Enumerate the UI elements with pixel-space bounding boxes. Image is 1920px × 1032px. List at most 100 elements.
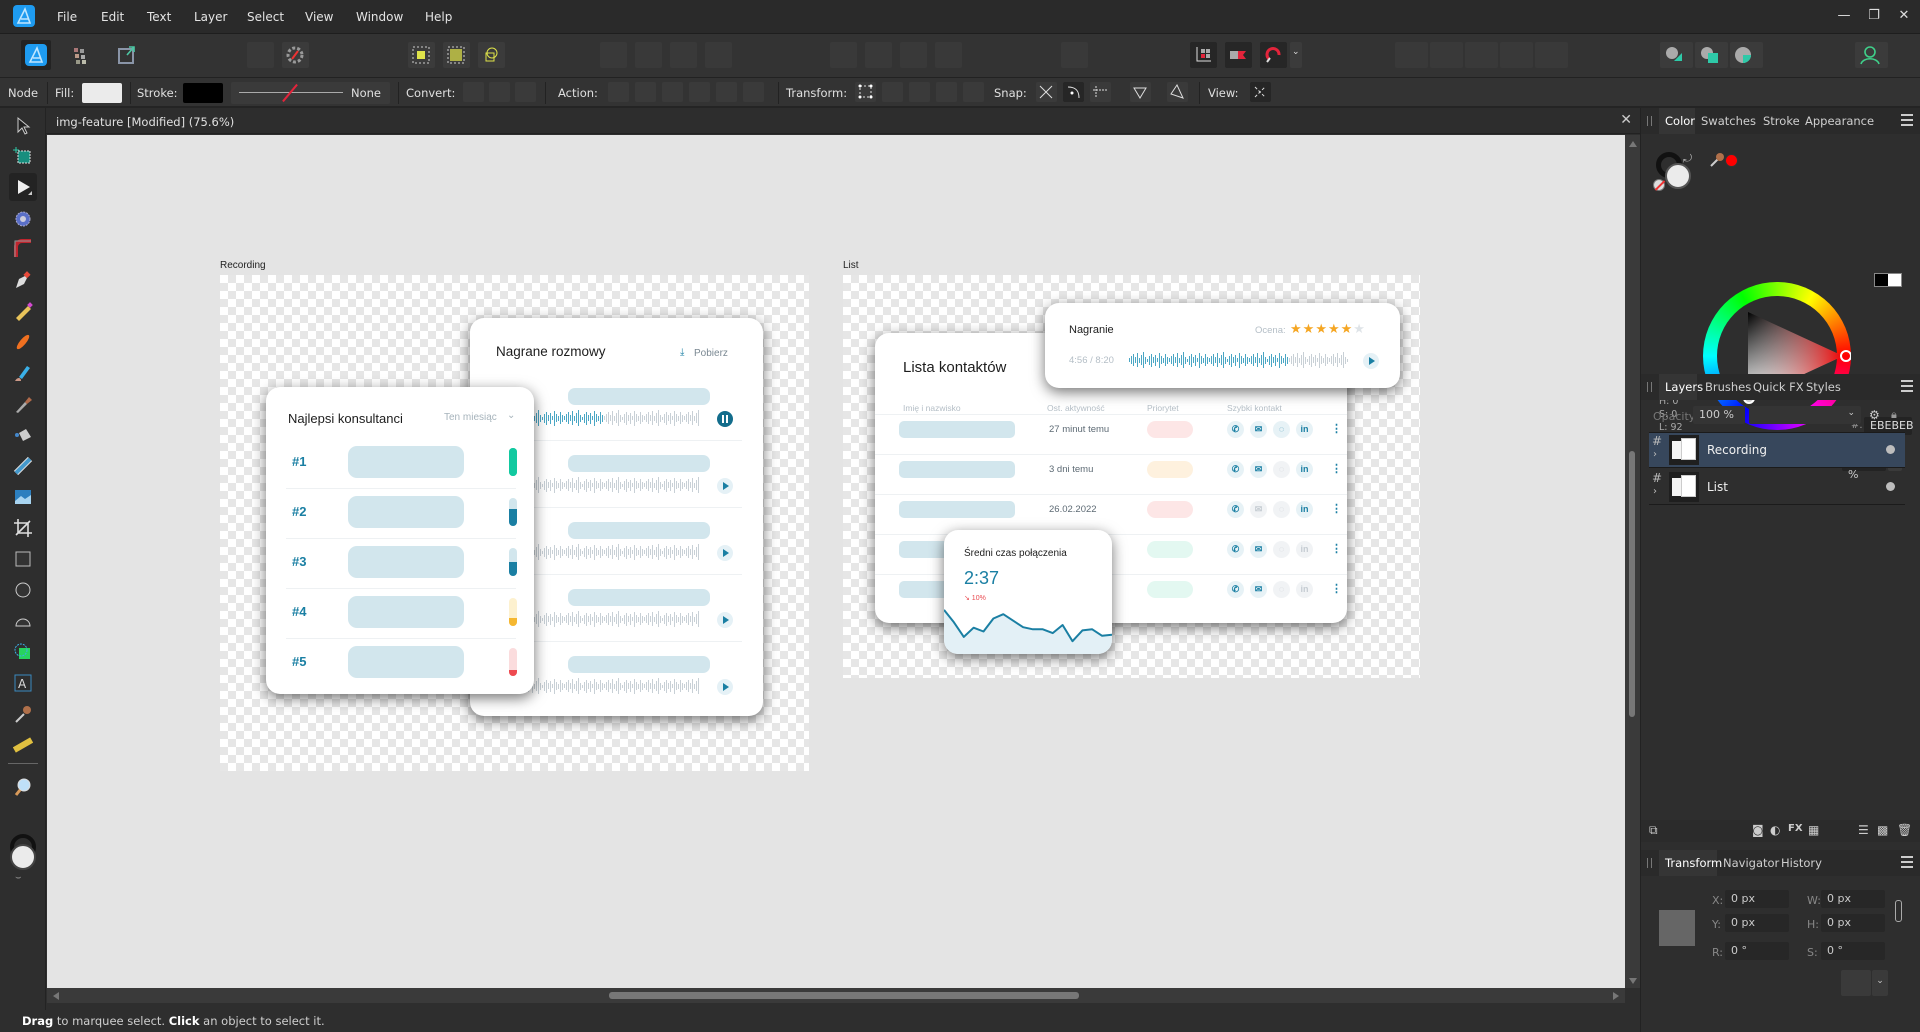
transparency-tool-icon[interactable] (9, 452, 37, 480)
period-dropdown[interactable]: Ten miesiąc (444, 412, 497, 423)
vertical-scroll-thumb[interactable] (1629, 451, 1635, 717)
ellipse-tool-icon[interactable] (9, 576, 37, 604)
menu-help[interactable]: Help (425, 10, 452, 24)
layer-opacity-input[interactable]: 100 % (1693, 406, 1745, 424)
delete-layer-icon[interactable]: 🗑︎ (1897, 823, 1912, 837)
h-input[interactable]: 0 px (1821, 914, 1885, 932)
layers-panel-menu-icon[interactable] (1901, 380, 1913, 392)
messenger-icon[interactable]: ◌ (1273, 461, 1290, 478)
node-tool-icon[interactable] (9, 173, 37, 201)
designer-persona-button[interactable] (21, 40, 51, 70)
fill-tool-icon[interactable] (9, 421, 37, 449)
canvas[interactable]: Recording Nagrane rozmowy ⤓ Pobierz Najl… (47, 135, 1625, 988)
tab-layers[interactable]: Layers (1665, 380, 1703, 394)
more-options-icon[interactable]: ⋮ (1331, 422, 1342, 435)
fill-brush-tool-icon[interactable] (9, 359, 37, 387)
horizontal-scrollbar[interactable] (47, 988, 1625, 1003)
panel-grip-icon[interactable] (1647, 116, 1652, 126)
tab-appearance[interactable]: Appearance (1805, 114, 1874, 128)
lock-aspect-chain-icon[interactable] (1895, 900, 1902, 922)
picked-color-swatch[interactable] (1725, 154, 1738, 167)
horizontal-scroll-thumb[interactable] (609, 992, 1079, 999)
mail-icon[interactable]: ✉ (1250, 581, 1267, 598)
phone-icon[interactable]: ✆ (1227, 501, 1244, 518)
corner-tool-icon[interactable] (9, 235, 37, 263)
point-transform-tool-icon[interactable] (9, 204, 37, 232)
artboard-recording[interactable]: Nagrane rozmowy ⤓ Pobierz Najlepsi konsu… (220, 275, 809, 771)
mask-icon[interactable]: ◙ (1752, 823, 1764, 837)
expand-chevron-icon[interactable]: › (1653, 486, 1657, 497)
artboard-grid-icon[interactable]: # (1652, 434, 1662, 448)
layer-visibility-toggle[interactable] (1886, 445, 1895, 454)
scroll-up-icon[interactable] (1629, 141, 1637, 147)
phone-icon[interactable]: ✆ (1227, 541, 1244, 558)
document-tab[interactable]: img-feature [Modified] (75.6%) ✕ (46, 108, 1640, 134)
download-icon[interactable]: ⤓ (680, 347, 684, 358)
scroll-down-icon[interactable] (1629, 978, 1637, 984)
artboard-label-recording[interactable]: Recording (220, 260, 266, 271)
linkedin-icon[interactable]: in (1296, 581, 1313, 598)
affinity-logo-icon[interactable] (12, 4, 36, 28)
snap-geometry-button[interactable] (1130, 82, 1151, 102)
rating-stars[interactable]: ★★★★★★ (1290, 321, 1366, 337)
tab-navigator[interactable]: Navigator (1723, 856, 1779, 870)
artboard-label-list[interactable]: List (843, 260, 859, 271)
waveform[interactable] (524, 410, 699, 426)
insert-inside-button[interactable] (1730, 42, 1763, 68)
tab-history[interactable]: History (1781, 856, 1822, 870)
tab-brushes[interactable]: Brushes (1705, 380, 1751, 394)
select-all-button[interactable] (408, 42, 435, 68)
expand-chevron-icon[interactable]: › (1653, 449, 1657, 460)
stroke-swatch[interactable] (183, 83, 223, 103)
snap-polygon-button[interactable] (1167, 82, 1188, 102)
contour-tool-icon[interactable] (9, 638, 37, 666)
add-layer-icon[interactable]: ☰ (1858, 823, 1869, 837)
messenger-icon[interactable]: ◌ (1273, 581, 1290, 598)
blend-mode-dropdown[interactable]: ⌄ (1749, 406, 1861, 424)
measure-tool-icon[interactable] (9, 731, 37, 759)
document-settings-button[interactable] (247, 42, 274, 68)
fx-icon[interactable]: FX (1788, 823, 1803, 834)
mail-icon[interactable]: ✉ (1250, 421, 1267, 438)
insert-top-button[interactable] (1695, 42, 1728, 68)
rectangle-tool-icon[interactable] (9, 545, 37, 573)
move-tool-icon[interactable] (9, 112, 37, 140)
layer-settings-gear-icon[interactable]: ⚙ (1869, 408, 1880, 422)
artboard-tool-icon[interactable] (9, 142, 37, 170)
star-filled-icon[interactable]: ★ (1315, 321, 1327, 336)
messenger-icon[interactable]: ◌ (1273, 541, 1290, 558)
minimize-button[interactable]: — (1834, 8, 1854, 26)
linkedin-icon[interactable]: in (1296, 501, 1313, 518)
lock-icon[interactable]: 🔒︎ (1891, 408, 1897, 422)
view-handles-button[interactable] (1250, 82, 1271, 102)
stroke-style-dropdown[interactable]: None (231, 82, 390, 104)
snapping-options-button[interactable] (1190, 42, 1217, 68)
close-document-icon[interactable]: ✕ (1620, 112, 1632, 128)
mail-icon[interactable]: ✉ (1250, 501, 1267, 518)
shear-input[interactable]: 0 ° (1821, 942, 1885, 960)
snap-curves-button[interactable] (1063, 82, 1084, 102)
artboard-grid-icon[interactable]: # (1652, 471, 1662, 485)
transform-origin-button[interactable] (1841, 970, 1871, 996)
play-button[interactable] (717, 612, 733, 628)
transform-options-chevron-icon[interactable]: ⌄ (1872, 970, 1888, 996)
swap-colors-icon[interactable]: ⌣ (15, 872, 22, 883)
layer-row[interactable]: # › List (1649, 469, 1905, 505)
scroll-left-icon[interactable] (53, 992, 59, 1000)
phone-icon[interactable]: ✆ (1227, 421, 1244, 438)
pause-button[interactable] (717, 411, 733, 427)
scroll-right-icon[interactable] (1613, 992, 1619, 1000)
frame-text-tool-icon[interactable]: A (9, 669, 37, 697)
layer-visibility-toggle[interactable] (1886, 482, 1895, 491)
pencil-tool-icon[interactable] (9, 297, 37, 325)
preferences-button[interactable] (282, 42, 309, 68)
adjustment-icon[interactable]: ◐ (1770, 823, 1780, 837)
transform-mode-button[interactable] (855, 82, 876, 102)
star-filled-icon[interactable]: ★ (1303, 321, 1315, 336)
invert-selection-button[interactable] (478, 42, 505, 68)
crop-tool-icon[interactable] (9, 514, 37, 542)
snapping-dropdown-chevron-icon[interactable]: ⌄ (1290, 42, 1302, 68)
color-picker-icon[interactable] (1709, 152, 1725, 171)
vector-brush-tool-icon[interactable] (9, 328, 37, 356)
place-image-tool-icon[interactable] (9, 483, 37, 511)
